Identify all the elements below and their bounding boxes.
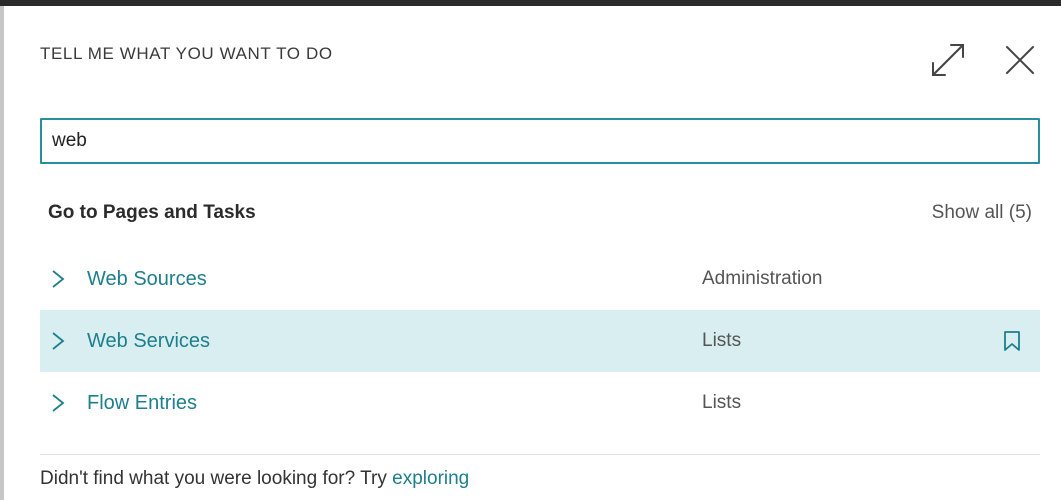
chevron-right-icon xyxy=(52,394,65,412)
search-field[interactable] xyxy=(40,118,1040,164)
expand-button[interactable] xyxy=(928,40,968,80)
result-category: Lists xyxy=(702,330,742,351)
result-name: Web Sources xyxy=(87,267,207,290)
chevron-right-icon xyxy=(52,332,65,350)
result-category: Lists xyxy=(702,392,742,413)
exploring-link[interactable]: exploring xyxy=(392,468,469,489)
close-icon xyxy=(1006,46,1034,74)
dialog-title: TELL ME WHAT YOU WANT TO DO xyxy=(40,44,333,63)
expand-icon xyxy=(932,44,964,76)
footer-message: Didn't find what you were looking for? T… xyxy=(40,468,469,490)
window-edge xyxy=(0,6,4,500)
footer-divider xyxy=(40,454,1040,455)
result-row-flow-entries[interactable]: Flow Entries Lists xyxy=(40,372,1040,434)
search-input[interactable] xyxy=(50,129,1030,153)
result-name: Flow Entries xyxy=(87,391,198,414)
result-name: Web Services xyxy=(87,329,211,352)
result-row-web-sources[interactable]: Web Sources Administration xyxy=(40,248,1040,310)
show-all-link[interactable]: Show all (5) xyxy=(932,202,1032,224)
footer-text: Didn't find what you were looking for? T… xyxy=(40,468,393,489)
chevron-right-icon xyxy=(52,270,65,288)
bookmark-icon[interactable] xyxy=(1003,330,1021,352)
tell-me-dialog: TELL ME WHAT YOU WANT TO DO Go to Pages … xyxy=(0,0,1061,500)
result-row-web-services[interactable]: Web Services Lists xyxy=(40,310,1040,372)
close-button[interactable] xyxy=(1000,40,1040,80)
section-title: Go to Pages and Tasks xyxy=(48,202,256,223)
result-category: Administration xyxy=(702,268,823,289)
results-list: Web Sources Administration Web Services … xyxy=(40,248,1040,434)
